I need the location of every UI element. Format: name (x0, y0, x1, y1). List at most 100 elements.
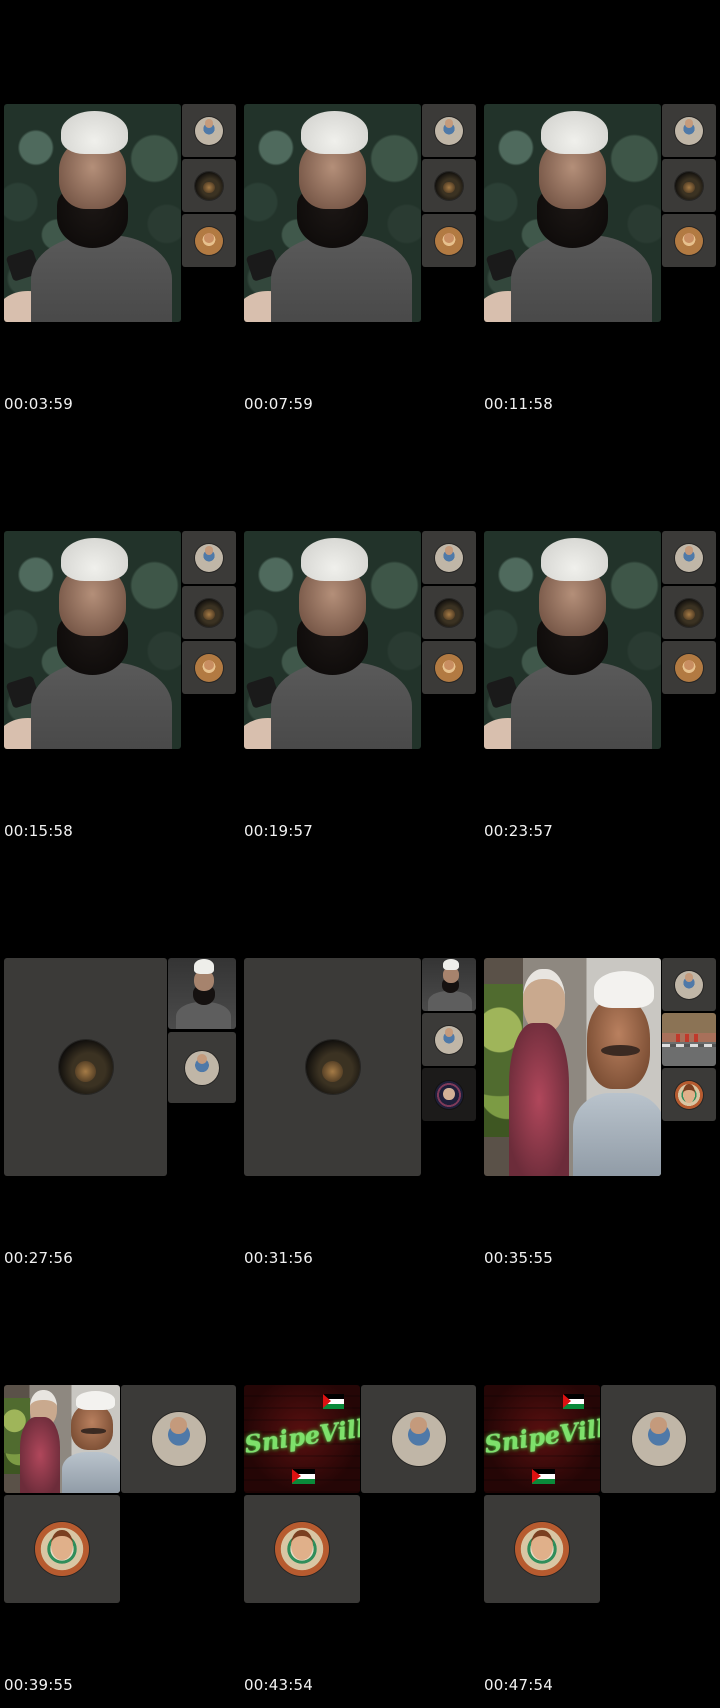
main-video-tile[interactable] (4, 531, 181, 749)
participant-tile[interactable] (662, 104, 716, 157)
avatar (435, 1025, 463, 1054)
participant-tile[interactable] (182, 531, 236, 584)
avatar (391, 1412, 446, 1466)
avatar (435, 171, 463, 200)
flag-icon (322, 1393, 344, 1409)
participant-tile[interactable] (422, 159, 476, 212)
speaker-video (484, 104, 661, 322)
participant-video-tile[interactable] (4, 1385, 120, 1493)
participant-tile[interactable] (662, 159, 716, 212)
participant-tile[interactable] (662, 958, 716, 1011)
main-video-tile[interactable] (484, 958, 661, 1176)
participant-tile[interactable] (4, 1495, 120, 1603)
participant-tile[interactable] (361, 1385, 476, 1493)
timestamp: 00:19:57 (244, 822, 313, 840)
timestamp: 00:31:56 (244, 1249, 313, 1267)
main-video-tile[interactable] (484, 104, 661, 322)
main-video-tile[interactable] (244, 104, 421, 322)
avatar (305, 1040, 360, 1094)
main-video-tile[interactable] (244, 531, 421, 749)
frame-1[interactable]: 00:03:59 (0, 0, 236, 427)
frame-11[interactable]: SnipeVille 00:43:54 (240, 1281, 476, 1708)
speaker-video (484, 958, 661, 1176)
participant-tile[interactable] (662, 214, 716, 267)
frame-5[interactable]: 00:19:57 (240, 427, 476, 854)
speaker-video (244, 531, 421, 749)
avatar (435, 543, 463, 572)
participant-tile[interactable] (182, 159, 236, 212)
participant-tile[interactable] (662, 586, 716, 639)
participant-tile[interactable] (422, 104, 476, 157)
timestamp: 00:15:58 (4, 822, 73, 840)
avatar (675, 171, 703, 200)
avatar (35, 1522, 89, 1576)
participant-video-tile[interactable] (168, 958, 236, 1029)
avatar (631, 1412, 686, 1466)
avatar (435, 598, 463, 627)
participant-tile[interactable] (422, 1013, 476, 1066)
frame-6[interactable]: 00:23:57 (480, 427, 716, 854)
main-video-tile[interactable] (244, 958, 421, 1176)
speaker-video (4, 1385, 120, 1493)
frame-4[interactable]: 00:15:58 (0, 427, 236, 854)
avatar (195, 598, 223, 627)
avatar (151, 1412, 206, 1466)
timestamp: 00:35:55 (484, 1249, 553, 1267)
frame-7[interactable]: 00:27:56 (0, 854, 236, 1281)
speaker-video (244, 104, 421, 322)
main-video-tile[interactable] (4, 104, 181, 322)
participant-tile[interactable] (662, 641, 716, 694)
avatar (58, 1040, 113, 1094)
participant-tile[interactable] (244, 1495, 360, 1603)
participant-tile[interactable] (422, 586, 476, 639)
participant-video-tile[interactable] (422, 958, 476, 1011)
participant-tile[interactable] (601, 1385, 716, 1493)
avatar (195, 171, 223, 200)
participant-tile[interactable] (422, 641, 476, 694)
avatar (675, 970, 703, 999)
participant-tile[interactable] (182, 104, 236, 157)
frame-9[interactable]: 00:35:55 (480, 854, 716, 1281)
avatar (675, 226, 703, 255)
participant-video-tile[interactable] (662, 1013, 716, 1066)
participant-tile[interactable] (182, 586, 236, 639)
participant-tile[interactable] (182, 641, 236, 694)
frame-3[interactable]: 00:11:58 (480, 0, 716, 427)
avatar (675, 543, 703, 572)
call-layout: SnipeVille (480, 1385, 716, 1603)
frame-2[interactable]: 00:07:59 (240, 0, 476, 427)
speaker-video (484, 531, 661, 749)
participant-video-tile[interactable]: SnipeVille (244, 1385, 360, 1493)
timestamp: 00:23:57 (484, 822, 553, 840)
avatar (195, 226, 223, 255)
avatar (675, 653, 703, 682)
speaker-video (4, 104, 181, 322)
call-layout (480, 531, 716, 749)
call-layout (0, 104, 236, 322)
participant-tile[interactable] (182, 214, 236, 267)
participant-video-tile[interactable]: SnipeVille (484, 1385, 600, 1493)
participant-tile[interactable] (121, 1385, 236, 1493)
participant-tile[interactable] (168, 1032, 236, 1103)
call-layout: SnipeVille (240, 1385, 476, 1603)
participant-tile[interactable] (422, 1068, 476, 1121)
frame-12[interactable]: SnipeVille 00:47:54 (480, 1281, 716, 1708)
participant-tile[interactable] (662, 1068, 716, 1121)
timestamp: 00:11:58 (484, 395, 553, 413)
call-layout (480, 958, 716, 1176)
avatar (675, 1080, 703, 1109)
flag-icon (531, 1469, 555, 1485)
avatar (195, 116, 223, 145)
avatar (195, 543, 223, 572)
main-video-tile[interactable] (484, 531, 661, 749)
participant-tile[interactable] (662, 531, 716, 584)
avatar (185, 1050, 219, 1085)
call-layout (0, 531, 236, 749)
participant-tile[interactable] (422, 214, 476, 267)
participant-tile[interactable] (422, 531, 476, 584)
main-video-tile[interactable] (4, 958, 167, 1176)
frame-8[interactable]: 00:31:56 (240, 854, 476, 1281)
participant-tile[interactable] (484, 1495, 600, 1603)
avatar (195, 653, 223, 682)
frame-10[interactable]: 00:39:55 (0, 1281, 236, 1708)
